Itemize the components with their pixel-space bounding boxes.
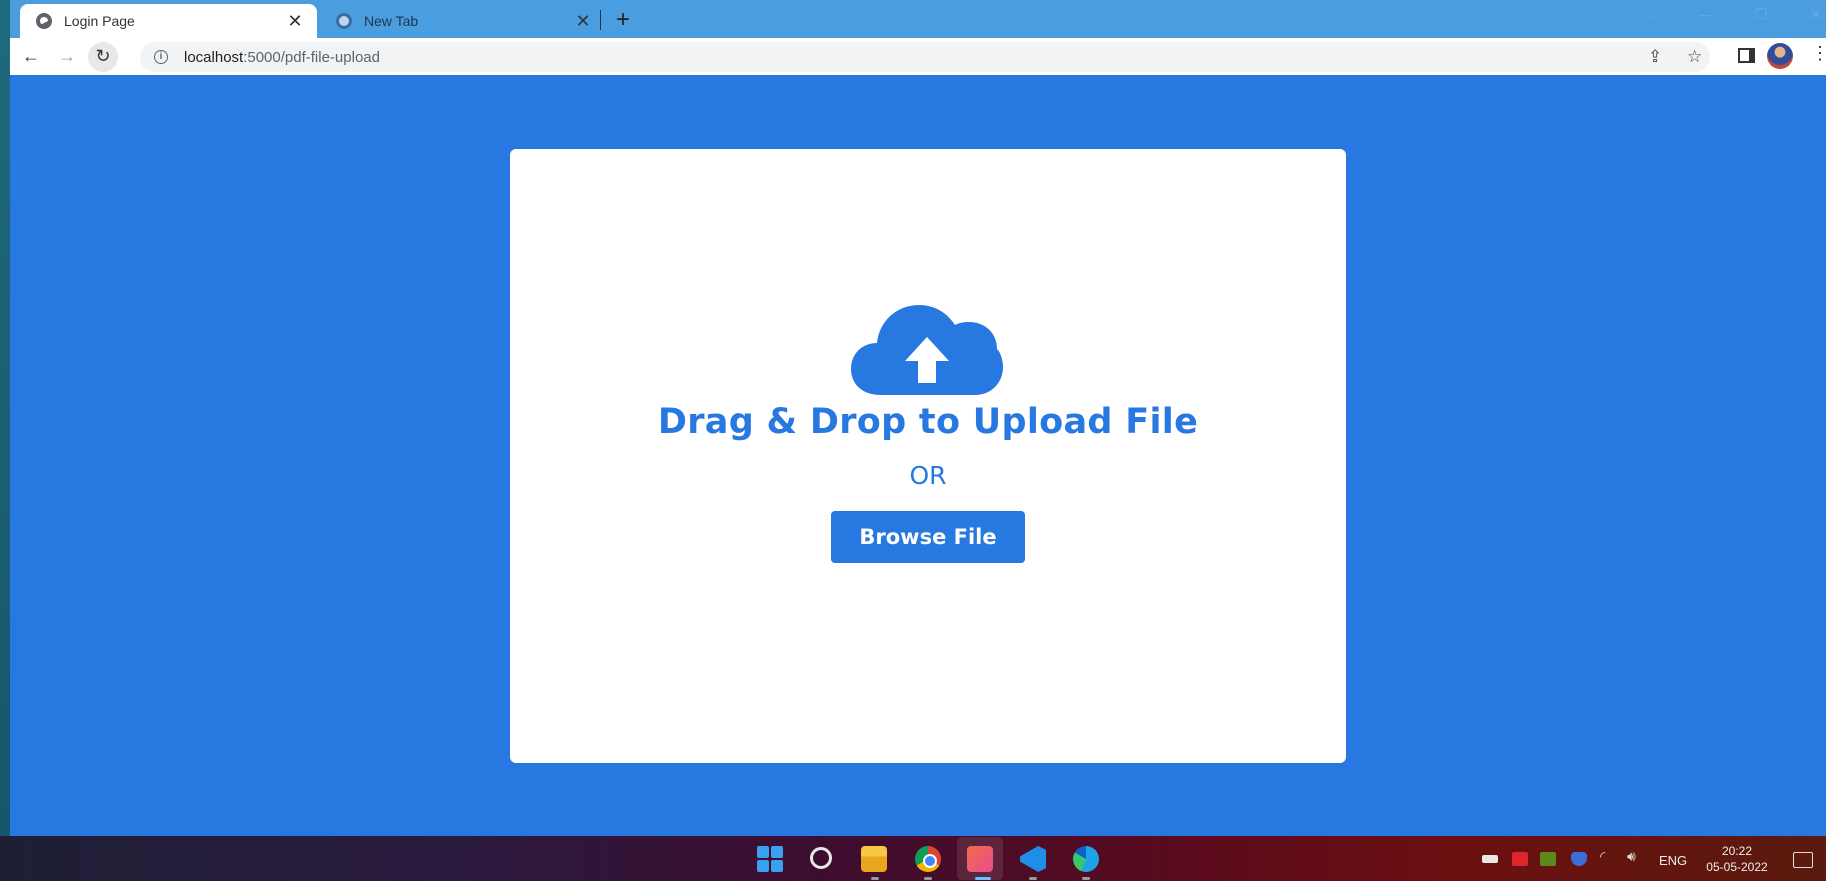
search-icon[interactable] — [810, 847, 832, 869]
forward-button[interactable]: → — [52, 42, 82, 72]
minimize-button[interactable]: — — [1700, 6, 1714, 22]
language-indicator[interactable]: ENG — [1659, 853, 1687, 868]
browse-file-button[interactable]: Browse File — [831, 511, 1025, 563]
upload-dropzone[interactable]: Drag & Drop to Upload File OR Browse Fil… — [510, 149, 1346, 763]
or-divider-text: OR — [909, 461, 947, 490]
browser-menu-icon[interactable]: ⋮ — [1811, 43, 1826, 64]
close-tab-icon[interactable]: ✕ — [571, 11, 595, 32]
windows-start-icon[interactable] — [757, 846, 783, 872]
url-host: localhost — [184, 48, 244, 66]
bookmark-star-icon[interactable]: ☆ — [1687, 47, 1702, 67]
tab-new-tab[interactable]: New Tab ✕ — [320, 4, 605, 38]
wifi-icon[interactable]: ◜ — [1600, 848, 1616, 864]
vscode-icon[interactable] — [1020, 846, 1046, 872]
snipping-tool-icon[interactable] — [967, 846, 993, 872]
nvidia-tray-icon[interactable] — [1540, 852, 1556, 866]
running-indicator — [1082, 877, 1090, 880]
url-path: :5000/pdf-file-upload — [243, 48, 380, 66]
restore-button[interactable]: ❐ — [1755, 6, 1768, 23]
new-tab-button[interactable]: + — [608, 6, 638, 36]
clock-time: 20:22 — [1721, 844, 1753, 858]
notification-center-icon[interactable] — [1793, 852, 1813, 868]
browser-window: Login Page ✕ New Tab ✕ + ⌵ — ❐ ✕ ← → ↻ i… — [10, 0, 1826, 836]
edge-icon[interactable] — [1073, 846, 1099, 872]
windows-taskbar: ◜ 🔊︎ ENG 20:22 05-05-2022 — [0, 836, 1826, 881]
chrome-favicon-icon — [336, 13, 352, 29]
amd-tray-icon[interactable] — [1512, 852, 1528, 866]
globe-icon — [36, 13, 52, 29]
tab-title: New Tab — [364, 13, 419, 29]
side-panel-icon[interactable] — [1738, 48, 1755, 63]
share-icon[interactable]: ⇪ — [1648, 47, 1662, 67]
tab-title: Login Page — [64, 13, 135, 29]
tab-search-chevron-icon[interactable]: ⌵ — [1646, 6, 1657, 23]
desktop-background — [0, 0, 10, 836]
tab-divider — [600, 10, 601, 30]
profile-avatar[interactable] — [1767, 43, 1793, 69]
battery-icon[interactable] — [1482, 855, 1498, 863]
site-info-icon[interactable]: i — [154, 50, 168, 64]
close-window-button[interactable]: ✕ — [1810, 6, 1822, 23]
running-indicator — [924, 877, 932, 880]
reload-button[interactable]: ↻ — [88, 41, 118, 72]
close-tab-icon[interactable]: ✕ — [283, 11, 307, 32]
clock-date: 05-05-2022 — [1706, 860, 1768, 874]
drag-drop-heading: Drag & Drop to Upload File — [657, 402, 1199, 442]
volume-icon[interactable]: 🔊︎ — [1627, 848, 1643, 864]
back-button[interactable]: ← — [16, 42, 46, 72]
security-shield-icon[interactable] — [1571, 852, 1587, 866]
file-explorer-icon[interactable] — [861, 846, 887, 872]
address-bar[interactable]: i localhost:5000/pdf-file-upload ⇪ ☆ — [140, 42, 1710, 72]
tab-login-page[interactable]: Login Page ✕ — [20, 4, 317, 38]
clock[interactable]: 20:22 05-05-2022 — [1698, 843, 1776, 875]
running-indicator — [1029, 877, 1037, 880]
browser-toolbar: ← → ↻ i localhost:5000/pdf-file-upload ⇪… — [10, 38, 1826, 75]
active-indicator — [975, 877, 991, 880]
chrome-icon[interactable] — [915, 846, 941, 872]
cloud-upload-icon — [851, 305, 1003, 395]
tab-strip: Login Page ✕ New Tab ✕ + ⌵ — ❐ ✕ — [10, 0, 1826, 38]
running-indicator — [871, 877, 879, 880]
